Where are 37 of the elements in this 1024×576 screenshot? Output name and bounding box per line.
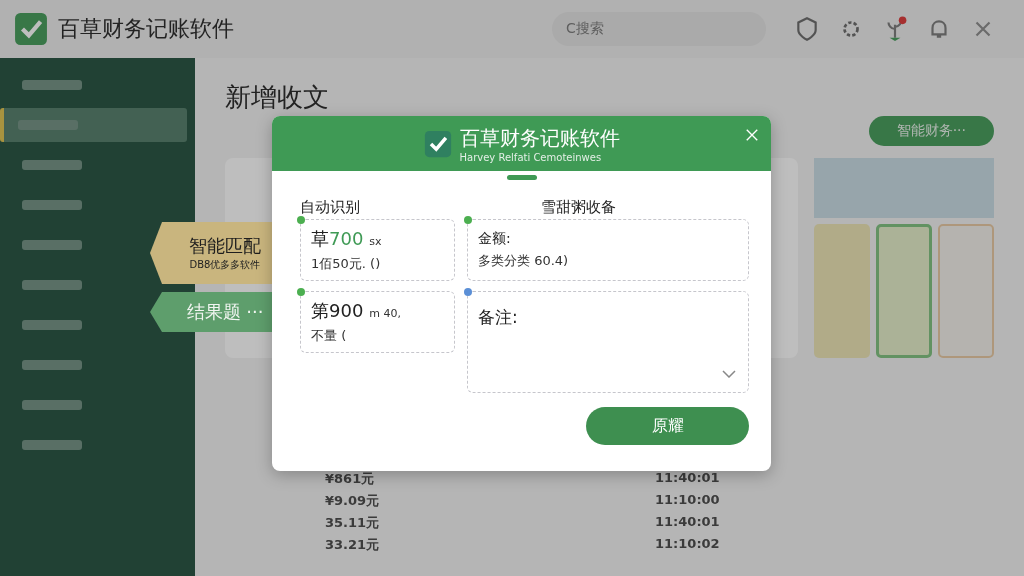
amount-text: ¥9.09元	[325, 492, 381, 510]
dialog-title: 百草财务记账软件	[459, 124, 620, 152]
time-text: 11:10:00	[655, 492, 720, 509]
section-heading: 雪甜粥收备	[540, 198, 616, 217]
amount-text: 第900	[311, 299, 364, 323]
page-title: 新增收文	[225, 81, 329, 114]
detail-text: 1佰50元. ()	[311, 255, 382, 273]
chevron-down-icon	[722, 370, 736, 378]
recognized-card[interactable]: 草700 sx 1佰50元. ()	[300, 219, 455, 281]
amount-text: ¥861元	[325, 470, 376, 488]
tag-subtitle: DB8优多多软件	[189, 258, 261, 272]
note-field[interactable]: 备注:	[467, 291, 749, 393]
amount-text: 35.11元	[325, 514, 381, 532]
amount-text: 草700	[311, 227, 364, 251]
unit-text: m 40,	[369, 307, 402, 320]
detail-text: 不量 (	[311, 327, 348, 345]
category-card[interactable]: 金额: 多类分类 60.4)	[467, 219, 749, 281]
field-label: 备注:	[478, 306, 519, 329]
logo-icon	[423, 129, 452, 158]
logo-icon	[14, 12, 48, 46]
app-title: 百草财务记账软件	[58, 15, 234, 43]
time-text: 11:40:01	[655, 514, 720, 531]
amount-text: 33.21元	[325, 536, 381, 554]
shield-icon[interactable]	[794, 16, 820, 42]
tag-title: 智能匹配	[189, 234, 261, 258]
confirm-button[interactable]: 原耀	[586, 407, 749, 445]
tag-title: 结果题 ···	[186, 300, 264, 324]
drag-handle[interactable]	[506, 175, 537, 180]
time-text: 11:10:02	[655, 536, 720, 553]
dialog-subtitle: Harvey Relfati Cemoteinwes	[459, 151, 603, 163]
field-label: 金额:	[478, 230, 512, 248]
unit-text: sx	[369, 235, 382, 248]
section-heading: 自动识别	[300, 198, 361, 217]
field-value: 多类分类 60.4)	[478, 252, 570, 270]
time-text: 11:40:01	[655, 470, 720, 487]
close-icon[interactable]	[745, 128, 759, 142]
recognized-card[interactable]: 第900 m 40, 不量 (	[300, 291, 455, 353]
